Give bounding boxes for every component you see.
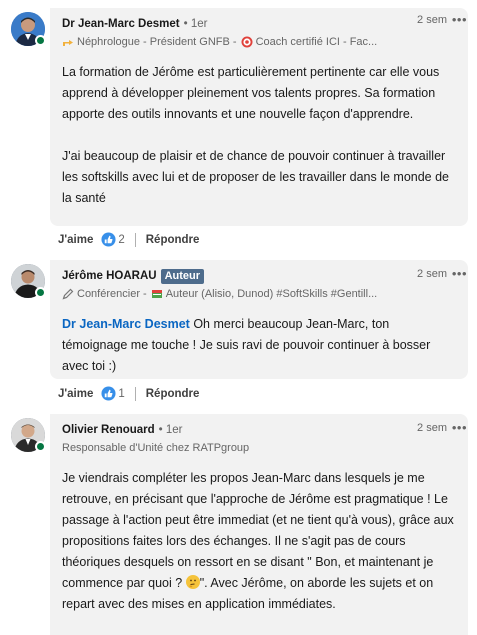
like-reaction-icon[interactable] [101, 386, 116, 401]
pencil-icon [62, 288, 74, 300]
divider [134, 232, 136, 247]
hand-pointing-icon [63, 40, 73, 46]
comment-text: Dr Jean-Marc Desmet Oh merci beaucoup Je… [62, 317, 431, 373]
more-options-icon[interactable]: ••• [452, 12, 467, 27]
book-icon [151, 290, 162, 298]
comment-actions: J'aime 1 Répondre [58, 386, 199, 401]
reply-button[interactable]: Répondre [146, 234, 200, 246]
online-status-icon [35, 287, 46, 298]
online-status-icon [35, 35, 46, 46]
author-headline: Néphrologue - Président GNFB - Coach cer… [62, 34, 402, 50]
divider [134, 386, 136, 401]
timestamp: 2 sem [417, 14, 447, 26]
author-name[interactable]: Dr Jean-Marc Desmet [62, 16, 180, 32]
target-icon [241, 36, 253, 48]
author-headline: Responsable d'Unité chez RATPgroup [62, 442, 250, 454]
author-badge: Auteur [160, 268, 205, 284]
like-button[interactable]: J'aime [58, 388, 93, 400]
timestamp: 2 sem [417, 268, 447, 280]
like-reaction-icon[interactable] [101, 232, 116, 247]
comment-bubble: Jérôme HOARAU Auteur Conférencier - Aute… [50, 260, 468, 379]
author-headline: Conférencier - Auteur (Alisio, Dunod) #S… [62, 286, 402, 302]
more-options-icon[interactable]: ••• [452, 420, 467, 435]
comment-bubble: Dr Jean-Marc Desmet • 1er Néphrologue - … [50, 8, 468, 226]
reaction-count[interactable]: 2 [118, 234, 124, 246]
comment-text: Je viendrais compléter les propos Jean-M… [62, 471, 454, 611]
comment-text: La formation de Jérôme est particulièrem… [62, 65, 450, 205]
online-status-icon [35, 441, 46, 452]
comment-bubble: Olivier Renouard • 1er Responsable d'Uni… [50, 414, 468, 635]
mention-link[interactable]: Dr Jean-Marc Desmet [62, 317, 190, 331]
more-options-icon[interactable]: ••• [452, 266, 467, 281]
reply-button[interactable]: Répondre [146, 388, 200, 400]
reaction-count[interactable]: 1 [118, 388, 124, 400]
author-name[interactable]: Olivier Renouard [62, 422, 155, 438]
author-name[interactable]: Jérôme HOARAU [62, 268, 157, 284]
like-button[interactable]: J'aime [58, 234, 93, 246]
connection-degree: • 1er [183, 18, 208, 30]
timestamp: 2 sem [417, 422, 447, 434]
connection-degree: • 1er [158, 424, 183, 436]
comment-actions: J'aime 2 Répondre [58, 232, 199, 247]
thinking-emoji-icon [185, 575, 200, 589]
